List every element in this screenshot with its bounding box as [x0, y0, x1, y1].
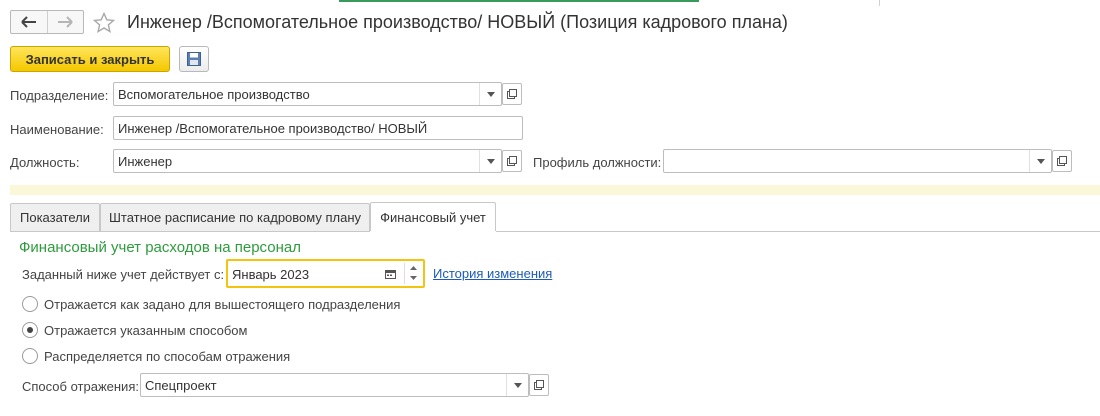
tab-indicators[interactable]: Показатели [10, 203, 100, 231]
name-label: Наименование: [10, 122, 104, 137]
radio-distributed[interactable] [22, 348, 38, 364]
effective-date-label: Заданный ниже учет действует с: [22, 267, 225, 282]
forward-button[interactable] [46, 11, 84, 33]
position-profile-open-button[interactable] [1052, 150, 1072, 172]
method-value: Спецпроект [145, 378, 217, 393]
top-accent-line [339, 0, 699, 2]
open-window-icon [1057, 156, 1067, 166]
position-value: Инженер [118, 154, 173, 169]
position-dropdown-button[interactable] [479, 150, 501, 172]
chevron-down-icon [1036, 158, 1045, 164]
tab-bar-line [10, 231, 1100, 232]
position-open-button[interactable] [502, 150, 522, 172]
active-tab-gap [370, 231, 496, 232]
calendar-button[interactable] [380, 264, 400, 283]
department-value: Вспомогательное производство [118, 87, 310, 102]
write-and-close-button[interactable]: Записать и закрыть [10, 46, 170, 72]
navigation-group [10, 10, 84, 34]
position-profile-field[interactable] [663, 149, 1052, 173]
position-profile-label: Профиль должности: [533, 155, 662, 170]
chevron-down-icon [513, 382, 522, 388]
position-profile-dropdown-button[interactable] [1029, 150, 1051, 172]
department-open-button[interactable] [502, 83, 522, 105]
open-window-icon [507, 156, 517, 166]
department-field[interactable]: Вспомогательное производство [113, 82, 502, 106]
back-arrow-icon [21, 16, 36, 28]
position-field[interactable]: Инженер [113, 149, 502, 173]
tab-staffing[interactable]: Штатное расписание по кадровому плану [100, 203, 370, 231]
section-title: Финансовый учет расходов на персонал [19, 239, 301, 256]
tab-financial-accounting[interactable]: Финансовый учет [370, 202, 496, 232]
chevron-down-icon [486, 91, 495, 97]
calendar-icon [384, 269, 396, 279]
spin-up-icon [410, 266, 417, 270]
favorite-star-button[interactable] [92, 11, 116, 34]
radio-as-parent-department-label[interactable]: Отражается как задано для вышестоящего п… [44, 297, 400, 312]
radio-as-parent-department[interactable] [22, 296, 38, 312]
department-dropdown-button[interactable] [479, 83, 501, 105]
history-link[interactable]: История изменения [433, 266, 552, 281]
floppy-disk-icon [187, 52, 201, 66]
forward-arrow-icon [58, 16, 73, 28]
back-button[interactable] [11, 11, 47, 33]
name-value: Инженер /Вспомогательное производство/ Н… [118, 121, 428, 136]
radio-specified-method[interactable] [22, 322, 38, 338]
position-label: Должность: [10, 155, 80, 170]
open-window-icon [534, 380, 544, 390]
radio-specified-method-label[interactable]: Отражается указанным способом [44, 323, 247, 338]
star-icon [92, 11, 116, 34]
chevron-down-icon [486, 158, 495, 164]
name-field[interactable]: Инженер /Вспомогательное производство/ Н… [113, 116, 523, 140]
spin-down-icon [410, 276, 417, 280]
page-title: Инженер /Вспомогательное производство/ Н… [127, 12, 788, 32]
open-window-icon [507, 89, 517, 99]
save-button[interactable] [179, 46, 209, 72]
department-label: Подразделение: [10, 88, 109, 103]
effective-date-value: Январь 2023 [232, 267, 310, 282]
method-open-button[interactable] [529, 374, 549, 396]
radio-distributed-label[interactable]: Распределяется по способам отражения [44, 349, 290, 364]
info-strip [10, 185, 1100, 195]
effective-date-field[interactable]: Январь 2023 [226, 259, 425, 288]
method-label: Способ отражения: [22, 379, 139, 394]
method-dropdown-button[interactable] [506, 374, 528, 396]
date-spinner[interactable] [404, 263, 422, 284]
method-field[interactable]: Спецпроект [140, 373, 529, 397]
top-separator [879, 0, 880, 6]
